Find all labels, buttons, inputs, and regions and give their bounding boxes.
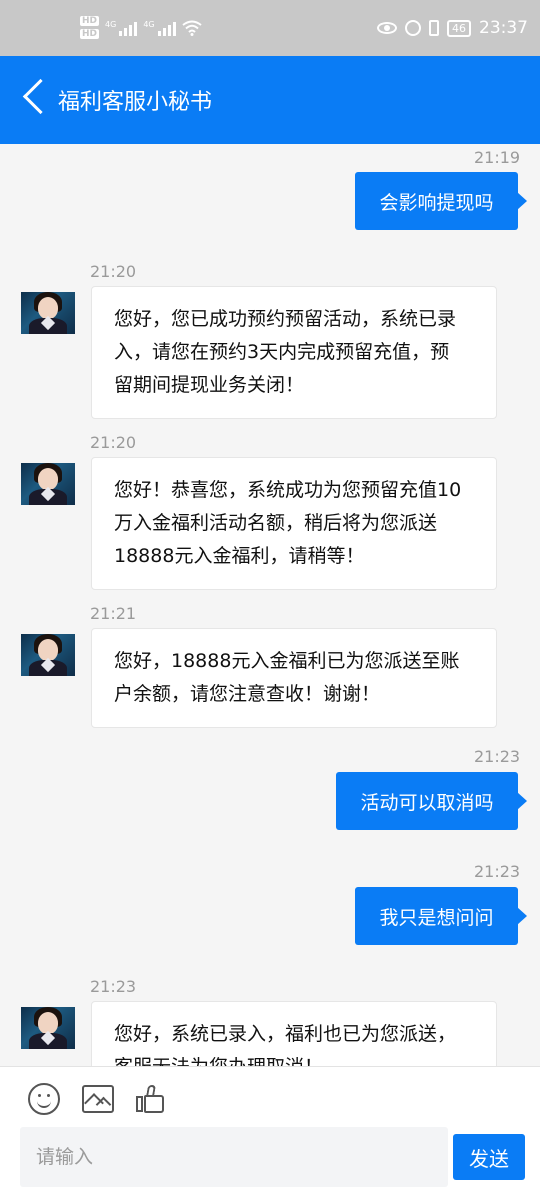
message-timestamp: 21:20 <box>90 433 137 452</box>
message-timestamp: 21:21 <box>90 604 137 623</box>
signal-icon-1: 4G <box>105 19 138 36</box>
incoming-message[interactable]: 您好！恭喜您，系统成功为您预留充值10 万入金福利活动名额，稍后将为您派送 18… <box>91 457 497 590</box>
message-line: 户余额，请您注意查收！谢谢！ <box>114 683 381 705</box>
hd-badge-1: HD <box>80 16 100 26</box>
message-line: 您好！恭喜您，系统成功为您预留充值10 <box>114 479 462 501</box>
vibrate-icon <box>429 20 439 36</box>
status-bar: HD HD 4G 4G 46 23:37 <box>0 0 540 56</box>
network-type-2: 4G <box>143 19 155 29</box>
agent-avatar[interactable] <box>21 1007 75 1049</box>
message-timestamp: 21:20 <box>90 262 137 281</box>
clock: 23:37 <box>479 18 528 38</box>
thumbs-up-icon[interactable] <box>136 1083 168 1115</box>
outgoing-message[interactable]: 会影响提现吗 <box>355 172 527 230</box>
incoming-message[interactable]: 您好，18888元入金福利已为您派送至账 户余额，请您注意查收！谢谢！ <box>91 628 497 728</box>
emoji-icon[interactable] <box>28 1083 60 1115</box>
chat-header: 福利客服小秘书 <box>0 56 540 144</box>
incoming-message[interactable]: 您好，您已成功预约预留活动，系统已录 入，请您在预约3天内完成预留充值，预 留期… <box>91 286 497 419</box>
network-type-1: 4G <box>105 19 117 29</box>
status-right: 46 23:37 <box>377 18 528 38</box>
hd-badge-2: HD <box>80 29 100 39</box>
battery-icon: 46 <box>447 19 471 37</box>
status-left: HD HD 4G 4G <box>80 16 202 39</box>
wifi-icon <box>181 20 202 36</box>
message-line: 万入金福利活动名额，稍后将为您派送 <box>114 512 438 534</box>
outgoing-message[interactable]: 我只是想问问 <box>355 887 527 945</box>
hd-indicators: HD HD <box>80 16 100 39</box>
signal-icon-2: 4G <box>143 19 176 36</box>
outgoing-message[interactable]: 活动可以取消吗 <box>336 772 527 830</box>
composer: 发送 <box>0 1066 540 1200</box>
message-line: 您好，您已成功预约预留活动，系统已录 <box>114 308 457 330</box>
message-line: 18888元入金福利，请稍等！ <box>114 545 365 567</box>
message-line: 您好，系统已录入，福利也已为您派送， <box>114 1023 457 1045</box>
agent-avatar[interactable] <box>21 463 75 505</box>
message-line: 客服无法为您办理取消！ <box>114 1051 474 1066</box>
eye-icon <box>377 22 397 34</box>
message-line: 入，请您在预约3天内完成预留充值，预 <box>114 341 450 363</box>
agent-avatar[interactable] <box>21 292 75 334</box>
message-list[interactable]: 21:19 会影响提现吗 21:20 您好，您已成功预约预留活动，系统已录 入，… <box>0 144 540 1066</box>
message-timestamp: 21:23 <box>474 862 521 881</box>
back-button[interactable] <box>20 76 50 120</box>
message-timestamp: 21:19 <box>474 148 521 167</box>
alarm-icon <box>405 20 421 36</box>
page-title: 福利客服小秘书 <box>58 90 213 115</box>
message-line: 您好，18888元入金福利已为您派送至账 <box>114 650 460 672</box>
message-timestamp: 21:23 <box>474 747 521 766</box>
agent-avatar[interactable] <box>21 634 75 676</box>
message-line: 留期间提现业务关闭！ <box>114 374 305 396</box>
incoming-message[interactable]: 您好，系统已录入，福利也已为您派送， 客服无法为您办理取消！ <box>91 1001 497 1066</box>
image-icon[interactable] <box>82 1085 114 1113</box>
message-input[interactable] <box>20 1127 448 1187</box>
message-timestamp: 21:23 <box>90 977 137 996</box>
send-button[interactable]: 发送 <box>453 1134 525 1180</box>
